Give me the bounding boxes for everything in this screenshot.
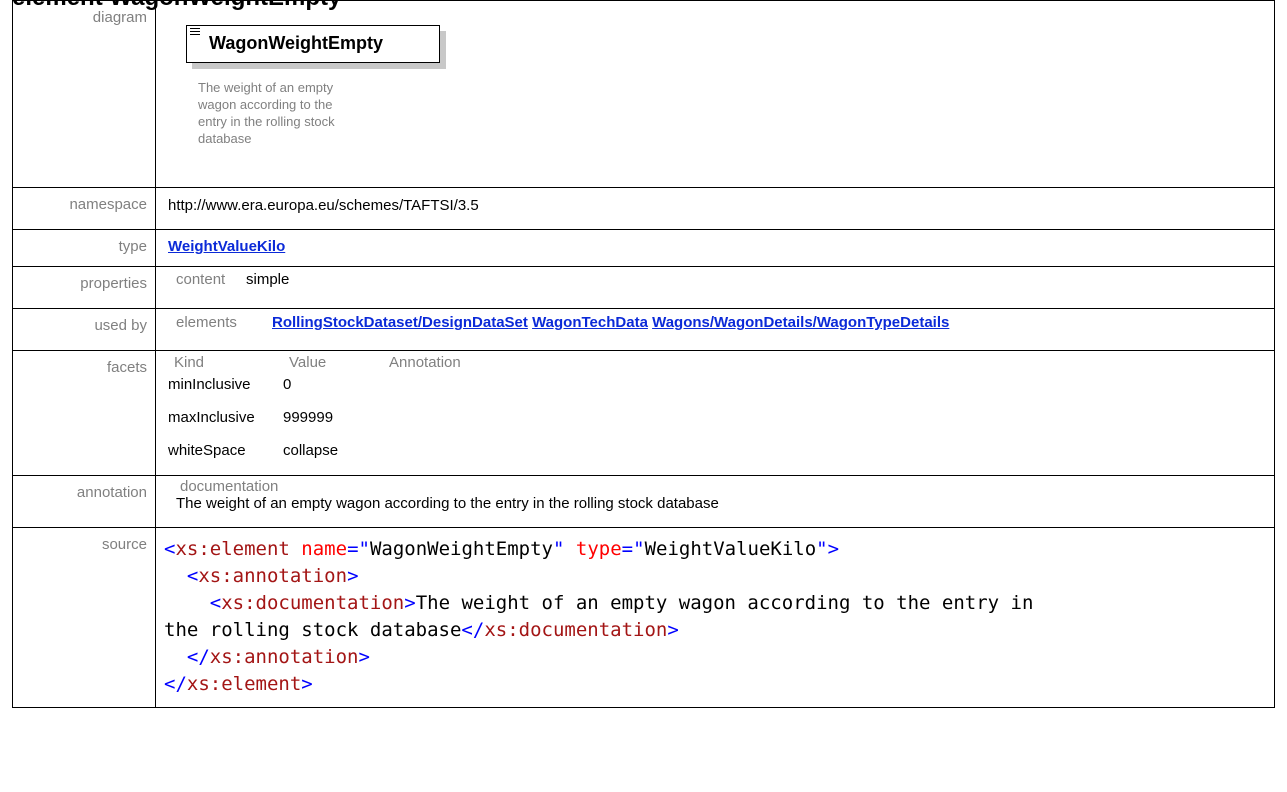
facet-row: maxInclusive 999999	[168, 409, 1274, 442]
diagram-row: diagram WagonWeightEmpty The weight of a…	[12, 0, 1275, 188]
facet-kind: maxInclusive	[168, 409, 255, 426]
used-by-link[interactable]: WagonTechData	[532, 314, 648, 331]
diagram-doc-line: database	[198, 131, 252, 146]
element-doc-table: diagram WagonWeightEmpty The weight of a…	[12, 0, 1275, 708]
annotation-row: annotation documentation The weight of a…	[12, 475, 1275, 528]
annotation-text: The weight of an empty wagon according t…	[176, 495, 719, 512]
element-diagram: WagonWeightEmpty The weight of an empty …	[168, 1, 1274, 187]
used-by-label: used by	[12, 308, 156, 351]
facets-header: Kind Value Annotation	[174, 354, 1274, 376]
diagram-label: diagram	[12, 0, 156, 188]
properties-row: properties content simple	[12, 266, 1275, 309]
used-by-link[interactable]: Wagons/WagonDetails/WagonTypeDetails	[652, 314, 949, 331]
facets-row: facets Kind Value Annotation minInclusiv…	[12, 350, 1275, 476]
facets-table: Kind Value Annotation minInclusive 0 max…	[168, 354, 1274, 475]
type-link[interactable]: WeightValueKilo	[168, 238, 285, 255]
facet-value: 0	[283, 376, 292, 393]
facets-label: facets	[12, 350, 156, 476]
type-label: type	[12, 229, 156, 267]
facet-kind: minInclusive	[168, 376, 251, 393]
diagram-documentation: The weight of an empty wagon according t…	[198, 79, 438, 147]
element-lines-icon	[190, 28, 200, 37]
type-row: type WeightValueKilo	[12, 229, 1275, 267]
namespace-value: http://www.era.europa.eu/schemes/TAFTSI/…	[155, 187, 1275, 230]
element-name: WagonWeightEmpty	[209, 33, 383, 53]
facet-kind: whiteSpace	[168, 442, 246, 459]
used-by-row: used by elements RollingStockDataset/Des…	[12, 308, 1275, 351]
source-label: source	[12, 527, 156, 708]
facet-row: minInclusive 0	[168, 376, 1274, 409]
diagram-doc-line: wagon according to the	[198, 97, 333, 112]
facets-header-value: Value	[289, 354, 327, 371]
annotation-label: annotation	[12, 475, 156, 528]
diagram-cell: WagonWeightEmpty The weight of an empty …	[155, 0, 1275, 188]
properties-key: content	[176, 271, 226, 288]
properties-value: simple	[246, 271, 290, 288]
source-row: source <xs:element name="WagonWeightEmpt…	[12, 527, 1275, 708]
element-box[interactable]: WagonWeightEmpty	[186, 25, 440, 63]
properties-label: properties	[12, 266, 156, 309]
facet-value: 999999	[283, 409, 334, 426]
facet-value: collapse	[283, 442, 339, 459]
namespace-label: namespace	[12, 187, 156, 230]
diagram-doc-line: The weight of an empty	[198, 80, 334, 95]
used-by-link[interactable]: RollingStockDataset/DesignDataSet	[272, 314, 528, 331]
facet-row: whiteSpace collapse	[168, 442, 1274, 475]
diagram-doc-line: entry in the rolling stock	[198, 114, 335, 129]
facets-header-kind: Kind	[174, 354, 205, 371]
annotation-key: documentation	[180, 478, 279, 495]
used-by-key: elements	[176, 314, 237, 331]
source-code: <xs:element name="WagonWeightEmpty" type…	[155, 527, 1275, 708]
facets-header-annotation: Annotation	[389, 354, 461, 371]
namespace-row: namespace http://www.era.europa.eu/schem…	[12, 187, 1275, 230]
